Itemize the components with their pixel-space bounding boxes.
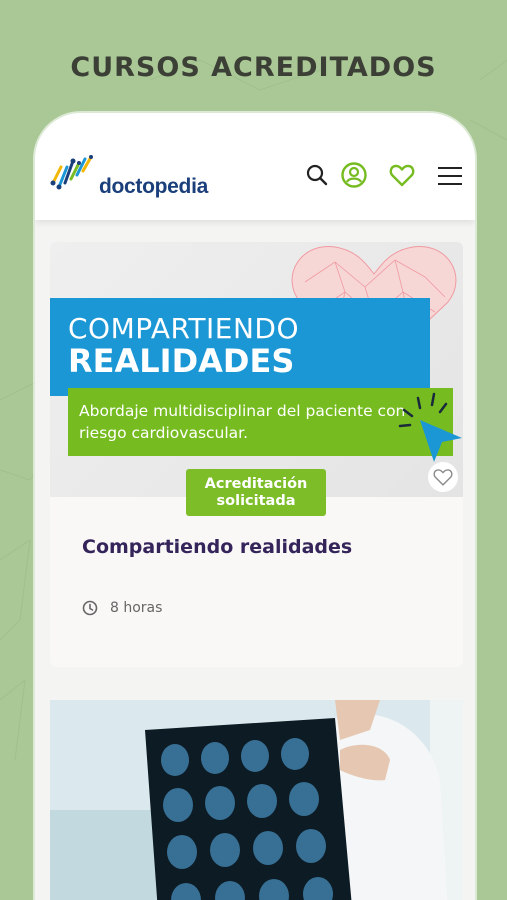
page-headline: CURSOS ACREDITADOS — [70, 52, 437, 83]
course-card-2[interactable] — [50, 700, 463, 900]
banner-title-line2: REALIDADES — [68, 342, 295, 380]
course-card[interactable]: COMPARTIENDO REALIDADES Abordaje multidi… — [50, 242, 463, 667]
logo-text: doctopedia — [99, 175, 209, 198]
title-banner: COMPARTIENDO REALIDADES — [50, 298, 430, 396]
doctopedia-logo[interactable]: doctopedia — [49, 153, 208, 203]
course-list: COMPARTIENDO REALIDADES Abordaje multidi… — [35, 220, 475, 900]
banner-subtitle: Abordaje multidisciplinar del paciente c… — [79, 402, 406, 442]
favorite-button[interactable] — [428, 462, 458, 492]
heart-favorites-icon[interactable] — [388, 161, 416, 189]
accreditation-badge: Acreditación solicitada — [186, 469, 326, 516]
heart-outline-icon — [433, 469, 453, 486]
search-icon[interactable] — [303, 161, 331, 189]
phone-frame: doctopedia COMPARTIENDO REALIDADES Abord… — [35, 113, 475, 900]
hamburger-menu-icon[interactable] — [436, 161, 464, 189]
user-account-icon[interactable] — [340, 161, 368, 189]
course-title[interactable]: Compartiendo realidades — [82, 536, 352, 558]
duration-text: 8 horas — [110, 600, 163, 616]
xray-doctor-image — [50, 700, 463, 900]
app-header: doctopedia — [35, 113, 475, 220]
clock-icon — [82, 600, 98, 616]
cursor-click-icon — [398, 392, 462, 462]
course-image[interactable]: COMPARTIENDO REALIDADES Abordaje multidi… — [50, 242, 463, 497]
course-duration: 8 horas — [82, 600, 162, 616]
logo-mark-icon — [50, 155, 93, 190]
banner-title-line1: COMPARTIENDO — [68, 312, 300, 345]
